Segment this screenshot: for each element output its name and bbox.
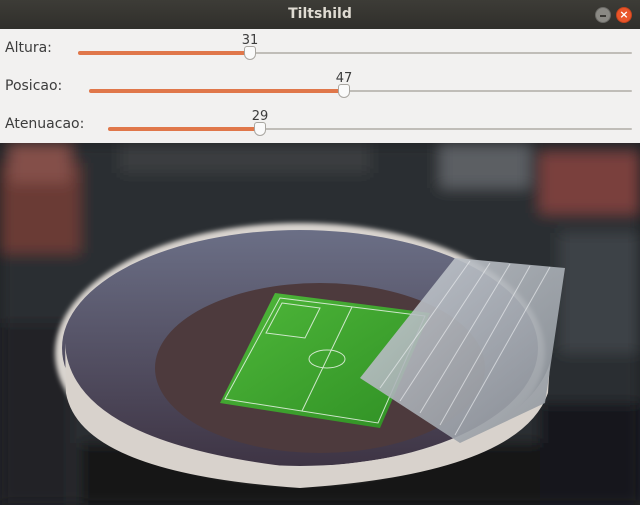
atenuacao-handle[interactable] <box>254 122 266 136</box>
altura-row: Altura: 31 <box>0 33 640 76</box>
posicao-row: Posicao: 47 <box>0 71 640 114</box>
posicao-handle[interactable] <box>338 84 350 98</box>
minimize-icon[interactable] <box>595 7 611 23</box>
close-icon[interactable]: × <box>616 7 632 23</box>
title-bar: Tiltshild × <box>0 0 640 29</box>
posicao-slider[interactable]: 47 <box>89 71 632 98</box>
atenuacao-fill <box>108 127 260 131</box>
atenuacao-label: Atenuacao: <box>5 116 85 132</box>
window-title: Tiltshild <box>288 6 352 22</box>
stadium-illustration <box>0 143 640 505</box>
stadium-image <box>0 143 640 505</box>
altura-slider[interactable]: 31 <box>78 33 632 60</box>
altura-handle[interactable] <box>244 46 256 60</box>
altura-fill <box>78 51 250 55</box>
atenuacao-slider[interactable]: 29 <box>108 109 632 136</box>
altura-label: Altura: <box>5 40 52 56</box>
posicao-fill <box>89 89 344 93</box>
posicao-label: Posicao: <box>5 78 63 94</box>
